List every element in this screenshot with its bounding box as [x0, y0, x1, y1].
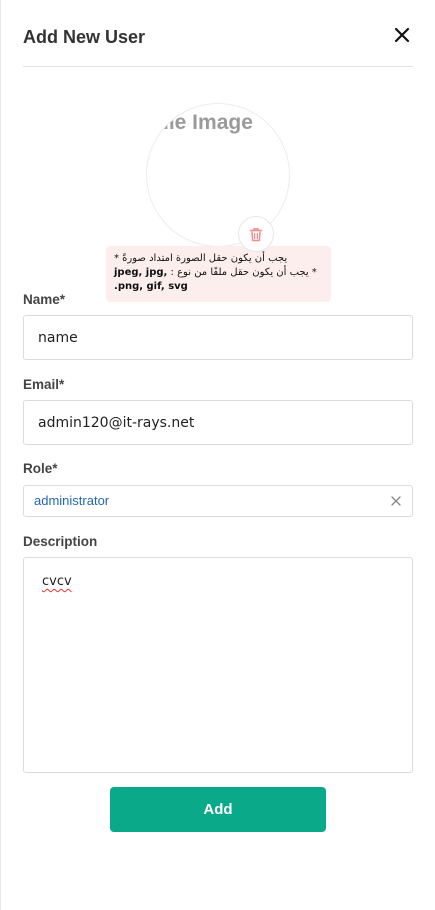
role-selected-value: administrator [34, 493, 110, 508]
role-select[interactable]: administrator [23, 485, 413, 517]
name-field[interactable] [23, 315, 413, 360]
add-button[interactable]: Add [110, 787, 326, 832]
modal-header: Add New User [23, 0, 413, 67]
role-label: Role* [23, 461, 58, 476]
trash-icon[interactable] [238, 216, 274, 252]
email-label: Email* [23, 377, 65, 392]
image-error-line-2: * يجب أن يكون حقل ملفًا من نوع : jpeg, j… [114, 266, 323, 294]
email-input[interactable] [24, 401, 412, 444]
profile-image-placeholder: Profile Image [147, 111, 253, 134]
add-user-modal: Add New User Profile Image يجب أن يكون ح… [0, 0, 435, 910]
email-field[interactable] [23, 400, 413, 445]
modal-title: Add New User [23, 27, 146, 47]
image-error-line-1: يجب أن يكون حقل الصورة امتداد صورةً * [114, 253, 288, 264]
clear-icon[interactable] [390, 494, 402, 506]
description-label: Description [23, 534, 98, 549]
image-error-box: يجب أن يكون حقل الصورة امتداد صورةً * * … [106, 246, 331, 302]
close-icon[interactable] [393, 26, 411, 44]
description-textarea[interactable]: cvcv [23, 557, 413, 773]
name-label: Name* [23, 292, 66, 307]
description-value: cvcv [42, 574, 72, 589]
image-error-line-2-prefix: * يجب أن يكون حقل ملفًا من نوع : [170, 267, 317, 278]
name-input[interactable] [24, 316, 412, 359]
